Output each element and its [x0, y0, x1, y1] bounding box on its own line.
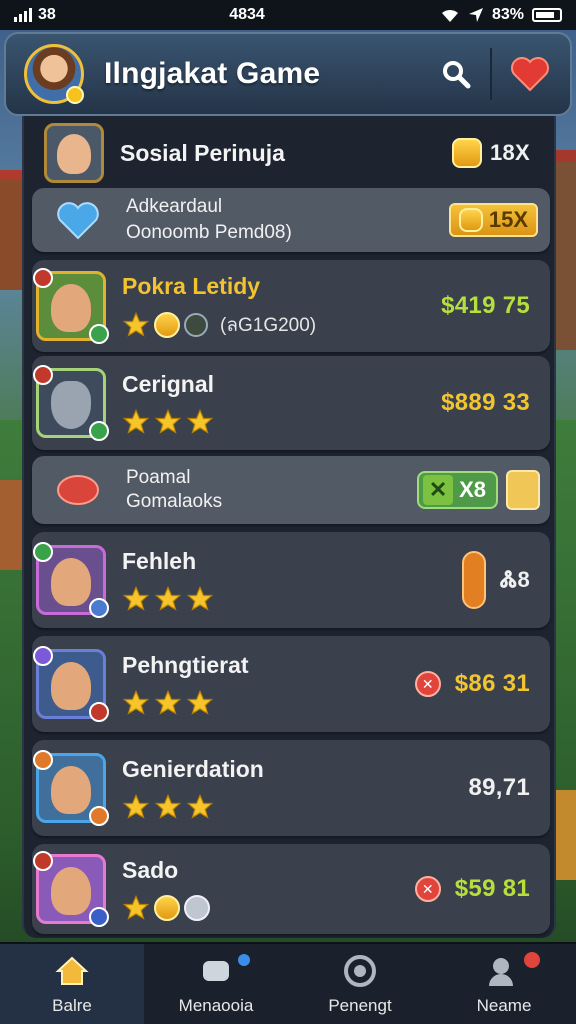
gem-icon	[57, 475, 99, 505]
silver-coin-icon	[184, 894, 210, 921]
search-button[interactable]	[436, 54, 476, 94]
promo-line-2: Oonoomb Pemd08)	[126, 222, 292, 243]
list-item[interactable]: Cerignal $889 33	[32, 356, 550, 450]
nav-profile[interactable]: Neame	[432, 944, 576, 1024]
promo-badge[interactable]: 15X	[448, 203, 538, 237]
wifi-icon	[441, 9, 458, 22]
item-extra: (ลG1G200)	[220, 314, 317, 336]
rating	[122, 894, 415, 922]
list-item[interactable]: Pehngtierat ✕ $86 31	[32, 636, 550, 732]
nav-messages[interactable]: Menaooia	[144, 944, 288, 1024]
star-icon	[122, 408, 150, 434]
favorites-button[interactable]	[508, 52, 552, 96]
app-title: Ilngjakat Game	[104, 57, 321, 90]
search-icon	[443, 61, 471, 89]
star-icon	[122, 585, 150, 611]
profile-avatar[interactable]	[24, 44, 84, 104]
nav-label: Balre	[52, 996, 92, 1015]
heart-icon	[511, 57, 549, 92]
item-price: $59 81	[454, 875, 530, 902]
heart-gem-icon	[57, 202, 99, 240]
rating	[122, 408, 441, 436]
star-icon	[122, 311, 150, 337]
status-time: 4834	[229, 6, 265, 23]
rating: (ลG1G200)	[122, 310, 441, 340]
promo-line-1: Poamal	[126, 467, 191, 488]
coin-icon	[451, 138, 482, 168]
game-list: Sosial Perinuja 18X Adkeardaul Oonoomb P…	[22, 116, 556, 938]
header-divider	[490, 48, 492, 100]
alert-badge	[524, 952, 540, 968]
item-name: Cerignal	[122, 370, 215, 397]
item-price: $86 31	[454, 670, 530, 697]
home-icon	[55, 956, 89, 985]
list-item[interactable]: Genierdation 89,71	[32, 740, 550, 836]
item-price: 89,71	[468, 774, 530, 801]
battery-icon	[532, 8, 562, 22]
location-icon	[468, 8, 483, 22]
nav-label: Menaooia	[178, 996, 254, 1015]
bottom-nav: Balre Menaooia Penengt Neame	[0, 942, 576, 1024]
heart-icon: ✕	[414, 876, 441, 902]
rating	[122, 585, 462, 613]
timer-icon	[462, 551, 487, 609]
star-icon	[154, 689, 182, 715]
rating	[122, 793, 468, 821]
item-name: Fehleh	[122, 547, 197, 574]
nav-settings[interactable]: Penengt	[288, 944, 432, 1024]
coin-icon	[154, 894, 180, 921]
star-icon	[186, 408, 214, 434]
check-icon: ✕	[423, 475, 454, 505]
list-item[interactable]: Pokra Letidy (ลG1G200) $419 75	[32, 260, 550, 352]
settings-icon	[344, 955, 376, 987]
section-title: Sosial Perinuja	[120, 139, 285, 166]
signal-icon	[14, 8, 32, 22]
star-icon	[122, 894, 150, 920]
notification-dot	[238, 954, 250, 966]
list-item[interactable]: Sado ✕ $59 81	[32, 844, 550, 934]
section-header: Sosial Perinuja 18X	[32, 118, 550, 188]
profile-icon	[489, 958, 513, 986]
status-bar: 38 4834 83%	[0, 0, 576, 30]
status-left-text: 38	[38, 6, 56, 23]
app-header: Ilngjakat Game	[4, 32, 572, 116]
rating	[122, 689, 415, 717]
star-icon	[186, 585, 214, 611]
item-name: Genierdation	[122, 755, 264, 782]
list-item[interactable]: Fehleh Ꮬ8	[32, 532, 550, 628]
item-price: Ꮬ8	[500, 567, 530, 592]
promo-badge-value: X8	[459, 477, 486, 502]
section-coin-value: 18X	[489, 140, 530, 165]
promo-banner[interactable]: Adkeardaul Oonoomb Pemd08) 15X	[32, 188, 550, 252]
nav-label: Neame	[476, 996, 532, 1015]
item-name: Pokra Letidy	[122, 272, 261, 299]
star-icon	[186, 793, 214, 819]
leaf-icon	[184, 312, 208, 337]
item-name: Pehngtierat	[122, 651, 249, 678]
item-price: $419 75	[441, 292, 530, 319]
promo-badge-value: 15X	[488, 207, 528, 232]
item-name: Sado	[122, 856, 179, 883]
coin-icon	[458, 208, 483, 232]
nav-label: Penengt	[328, 996, 392, 1015]
promo-banner[interactable]: Poamal Gomalaoks ✕ X8	[32, 456, 550, 524]
star-icon	[122, 689, 150, 715]
bonus-icon[interactable]	[506, 470, 540, 510]
star-icon	[154, 585, 182, 611]
star-icon	[154, 793, 182, 819]
chat-icon	[203, 961, 229, 981]
nav-home[interactable]: Balre	[0, 944, 144, 1024]
promo-line-2: Gomalaoks	[126, 491, 223, 512]
battery-percent: 83%	[491, 6, 524, 23]
heart-icon: ✕	[414, 671, 441, 697]
promo-line-1: Adkeardaul	[126, 196, 223, 217]
item-price: $889 33	[441, 389, 530, 416]
star-icon	[154, 408, 182, 434]
star-icon	[122, 793, 150, 819]
star-icon	[186, 689, 214, 715]
promo-action-badge[interactable]: ✕ X8	[417, 471, 498, 509]
coin-icon	[154, 311, 180, 338]
